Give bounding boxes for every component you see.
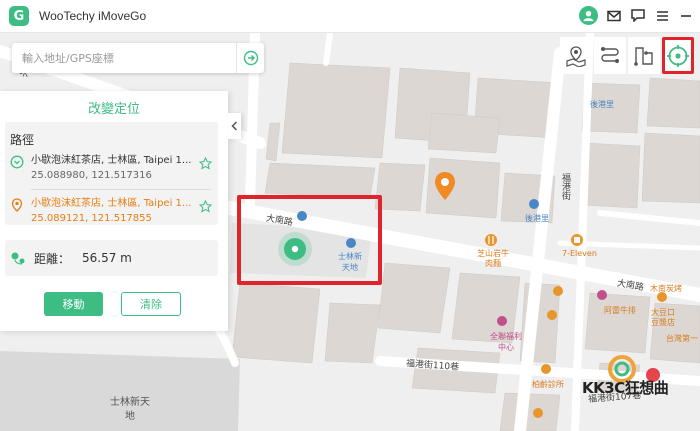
- poi-label-aleiniu: 阿雷牛排: [604, 306, 636, 315]
- store-icon: [571, 234, 583, 246]
- clear-button[interactable]: 清除: [121, 292, 181, 316]
- collapse-panel-button[interactable]: [228, 113, 241, 139]
- destination-coord: 25.089121, 121.517855: [31, 213, 152, 224]
- search-go-button[interactable]: [236, 43, 264, 73]
- route-divider: [31, 189, 211, 190]
- favorite-star-icon-2[interactable]: [199, 200, 212, 213]
- move-button[interactable]: 移動: [44, 292, 103, 316]
- poi-label-baishi: 柏齡診所: [532, 380, 564, 389]
- route-start-row[interactable]: 小歇泡沫紅茶店, 士林區, Taipei 1... 25.088980, 121…: [5, 149, 218, 189]
- restaurant-icon: [485, 234, 497, 246]
- teleport-mode-button[interactable]: [560, 37, 592, 74]
- distance-value: 56.57 m: [82, 251, 132, 265]
- start-point-icon: [10, 155, 24, 169]
- destination-point-icon: [11, 198, 23, 212]
- poi-label-daekou: 大豆口豆漿店: [651, 308, 675, 327]
- start-coord: 25.088980, 121.517316: [31, 170, 152, 181]
- destination-name: 小歇泡沫紅茶店, 士林區, Taipei 1...: [31, 198, 192, 209]
- app-logo-icon: G: [9, 6, 29, 26]
- restaurant-icon-5: [533, 408, 543, 418]
- distance-icon: [11, 252, 25, 265]
- destination-pin-icon[interactable]: [434, 171, 456, 201]
- two-spot-mode-button[interactable]: [594, 37, 626, 74]
- highlight-box: [237, 195, 382, 285]
- minimize-icon[interactable]: [678, 8, 694, 24]
- favorite-star-icon[interactable]: [199, 157, 212, 170]
- restaurant-icon-2: [547, 310, 557, 320]
- two-spot-mode-icon: [601, 46, 619, 63]
- bus-stop-label-houkangli: 後港里: [590, 100, 614, 109]
- poi-label-quanlian: 全聯福利中心: [490, 332, 522, 352]
- bus-stop-icon-3: [529, 199, 539, 209]
- multi-spot-mode-icon: [634, 46, 653, 66]
- shop-icon-2: [497, 316, 507, 326]
- road-label-fugang: 福港街: [560, 173, 570, 200]
- multi-spot-mode-button[interactable]: [628, 37, 660, 74]
- poi-label-zhiyun: 芝山岩牛肉麵: [477, 249, 509, 268]
- joystick-mode-icon: [667, 44, 689, 67]
- mode-toolbar: [560, 37, 694, 74]
- arrow-right-icon: [243, 50, 258, 66]
- menu-icon[interactable]: [654, 8, 670, 24]
- distance-box: 距離： 56.57 m: [5, 240, 218, 276]
- place-label-shilin: 士林新天地: [110, 397, 150, 422]
- user-icon[interactable]: [579, 6, 598, 25]
- change-location-panel: 改變定位 路徑 小歇泡沫紅茶店, 士林區, Taipei 1... 25.088…: [0, 91, 228, 331]
- mail-icon[interactable]: [606, 8, 622, 24]
- bus-stop-label-houkangli-2: 後港里: [525, 214, 549, 223]
- teleport-mode-icon: [566, 45, 586, 67]
- distance-label: 距離：: [34, 251, 71, 266]
- watermark-text: KK3C狂想曲: [582, 379, 669, 397]
- chevron-left-icon: [231, 121, 238, 131]
- route-heading: 路徑: [10, 133, 35, 147]
- poi-label-taiwan: 台灣第一: [666, 334, 698, 343]
- title-bar: G WooTechy iMoveGo: [0, 0, 700, 33]
- feedback-icon[interactable]: [630, 8, 646, 24]
- poi-label-seven: 7-Eleven: [562, 249, 597, 258]
- search-bar: [12, 43, 264, 73]
- route-destination-row[interactable]: 小歇泡沫紅茶店, 士林區, Taipei 1... 25.089121, 121…: [5, 192, 218, 232]
- watermark: KK3C狂想曲: [581, 355, 671, 397]
- joystick-mode-button[interactable]: [662, 37, 694, 74]
- start-name: 小歇泡沫紅茶店, 士林區, Taipei 1...: [31, 155, 192, 166]
- app-title: WooTechy iMoveGo: [39, 9, 147, 23]
- search-input[interactable]: [12, 43, 236, 73]
- clinic-icon: [541, 364, 551, 374]
- shop-icon: [597, 290, 607, 300]
- restaurant-icon-3: [553, 286, 563, 296]
- restaurant-icon-4: [657, 292, 667, 302]
- panel-title: 改變定位: [87, 102, 140, 117]
- route-box: 路徑 小歇泡沫紅茶店, 士林區, Taipei 1... 25.088980, …: [5, 122, 218, 225]
